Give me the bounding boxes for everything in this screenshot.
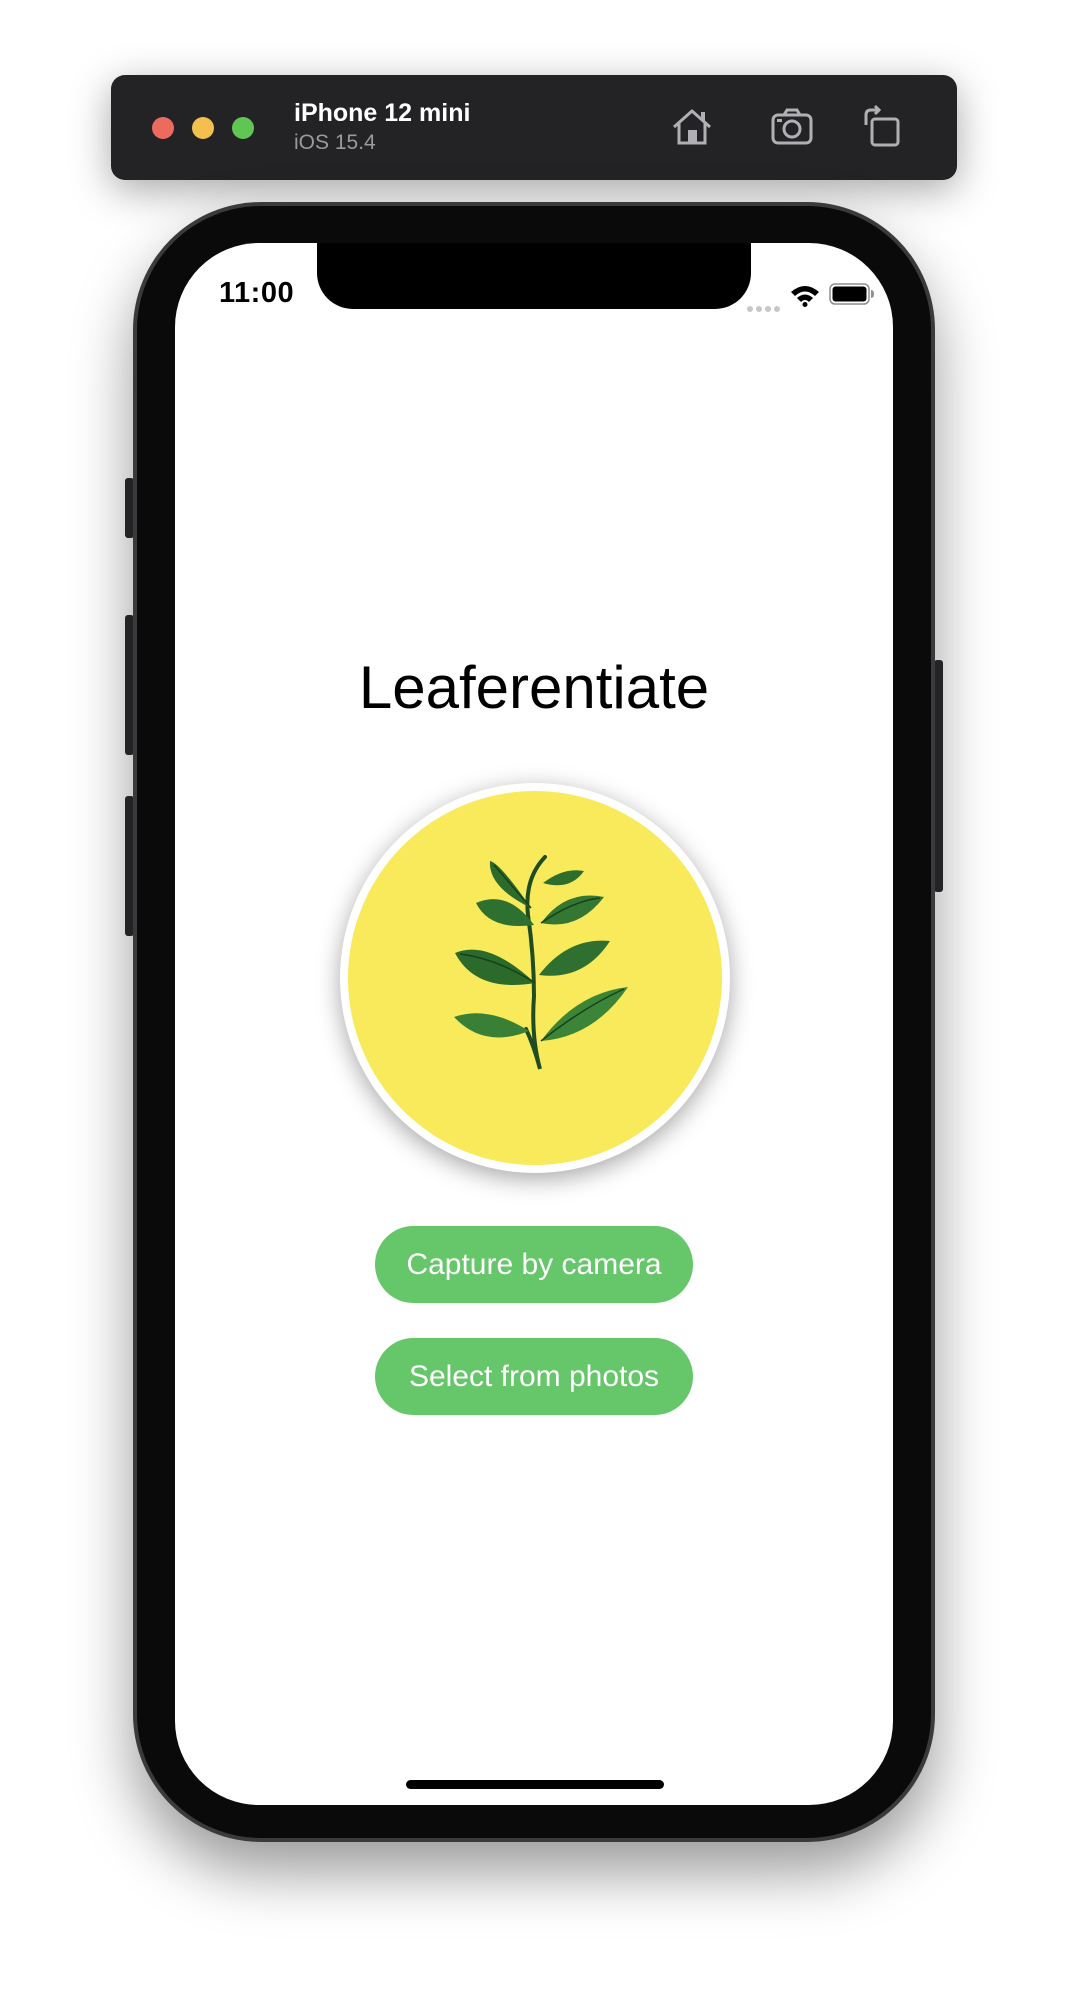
screenshot-icon[interactable]	[768, 103, 816, 151]
home-indicator[interactable]	[406, 1780, 664, 1789]
phone-screen: 11:00 Leaferentiate Capture by camera Se…	[175, 243, 893, 1805]
simulator-window: iPhone 12 mini iOS 15.4 11:00 Leaferenti…	[0, 0, 1068, 1996]
capture-by-camera-button[interactable]: Capture by camera	[375, 1226, 693, 1303]
logo-background	[348, 791, 722, 1165]
select-from-photos-button[interactable]: Select from photos	[375, 1338, 693, 1415]
cellular-dots-icon	[747, 299, 783, 317]
device-name: iPhone 12 mini	[294, 99, 471, 127]
os-version: iOS 15.4	[294, 131, 376, 154]
minimize-window-button[interactable]	[192, 117, 214, 139]
home-icon[interactable]	[668, 103, 716, 151]
simulator-titlebar: iPhone 12 mini iOS 15.4	[111, 75, 957, 180]
zoom-window-button[interactable]	[232, 117, 254, 139]
close-window-button[interactable]	[152, 117, 174, 139]
battery-icon	[829, 283, 874, 305]
status-time: 11:00	[219, 277, 295, 309]
app-logo	[340, 783, 730, 1173]
power-button	[934, 660, 943, 892]
wifi-icon	[791, 286, 819, 307]
leaf-sprig-icon	[454, 855, 628, 1070]
notch	[317, 243, 751, 309]
rotate-icon[interactable]	[858, 103, 906, 151]
app-title: Leaferentiate	[358, 654, 710, 721]
